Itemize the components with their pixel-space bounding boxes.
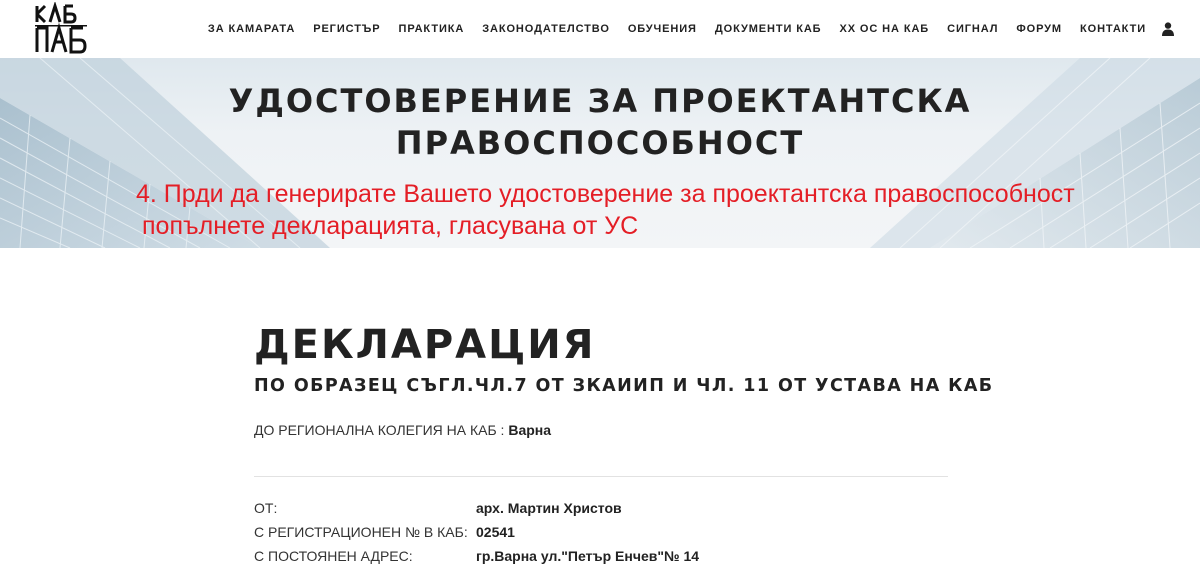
main-navigation: ЗА КАМАРАТА РЕГИСТЪР ПРАКТИКА ЗАКОНОДАТЕ…: [190, 0, 1174, 58]
hero-banner: УДОСТОВЕРЕНИЕ ЗА ПРОЕКТАНТСКА ПРАВОСПОСО…: [0, 58, 1200, 248]
nav-item-forum[interactable]: ФОРУМ: [1016, 23, 1062, 35]
page-title-line-1: УДОСТОВЕРЕНИЕ ЗА ПРОЕКТАНТСКА: [228, 82, 972, 120]
registration-number-value: 02541: [476, 524, 515, 540]
nav-item-obucheniya[interactable]: ОБУЧЕНИЯ: [628, 23, 697, 35]
declarant-name-label: ОТ:: [254, 500, 278, 516]
nav-item-signal[interactable]: СИГНАЛ: [947, 23, 998, 35]
permanent-address-value: гр.Варна ул."Петър Енчев"№ 14: [476, 548, 700, 564]
banner-instruction-line-2: попълнете декларацията, гласувана от УС: [142, 212, 639, 240]
declarant-name-value: арх. Мартин Христов: [476, 500, 622, 516]
kab-logo-icon[interactable]: [34, 2, 88, 56]
declaration-subtitle: ПО ОБРАЗЕЦ СЪГЛ.ЧЛ.7 ОТ ЗКАИИП И ЧЛ. 11 …: [254, 376, 994, 396]
nav-item-dokumenti-kab[interactable]: ДОКУМЕНТИ КАБ: [715, 23, 822, 35]
declaration-title: ДЕКЛАРАЦИЯ: [254, 322, 596, 368]
page-title-line-2: ПРАВОСПОСОБНОСТ: [395, 124, 805, 162]
regional-college-value: Варна: [508, 422, 552, 438]
nav-item-kontakti[interactable]: КОНТАКТИ: [1080, 23, 1146, 35]
registration-number-label: С РЕГИСТРАЦИОНЕН № В КАБ:: [254, 524, 468, 540]
regional-college-label: ДО РЕГИОНАЛНА КОЛЕГИЯ НА КАБ :: [254, 422, 509, 438]
regional-college-line: ДО РЕГИОНАЛНА КОЛЕГИЯ НА КАБ : Варна: [254, 422, 551, 438]
nav-item-za-kamarata[interactable]: ЗА КАМАРАТА: [208, 23, 295, 35]
nav-item-zakonodatelstvo[interactable]: ЗАКОНОДАТЕЛСТВО: [482, 23, 610, 35]
site-header: ЗА КАМАРАТА РЕГИСТЪР ПРАКТИКА ЗАКОНОДАТЕ…: [0, 0, 1200, 58]
banner-instruction-line-1: 4. Прди да генерирате Вашето удостоверен…: [136, 180, 1075, 208]
section-divider: [254, 476, 948, 477]
nav-item-xx-os-na-kab[interactable]: ХХ ОС НА КАБ: [840, 23, 930, 35]
nav-item-praktika[interactable]: ПРАКТИКА: [399, 23, 465, 35]
nav-item-registar[interactable]: РЕГИСТЪР: [313, 23, 380, 35]
user-icon[interactable]: [1162, 22, 1174, 36]
permanent-address-label: С ПОСТОЯНЕН АДРЕС:: [254, 548, 413, 564]
